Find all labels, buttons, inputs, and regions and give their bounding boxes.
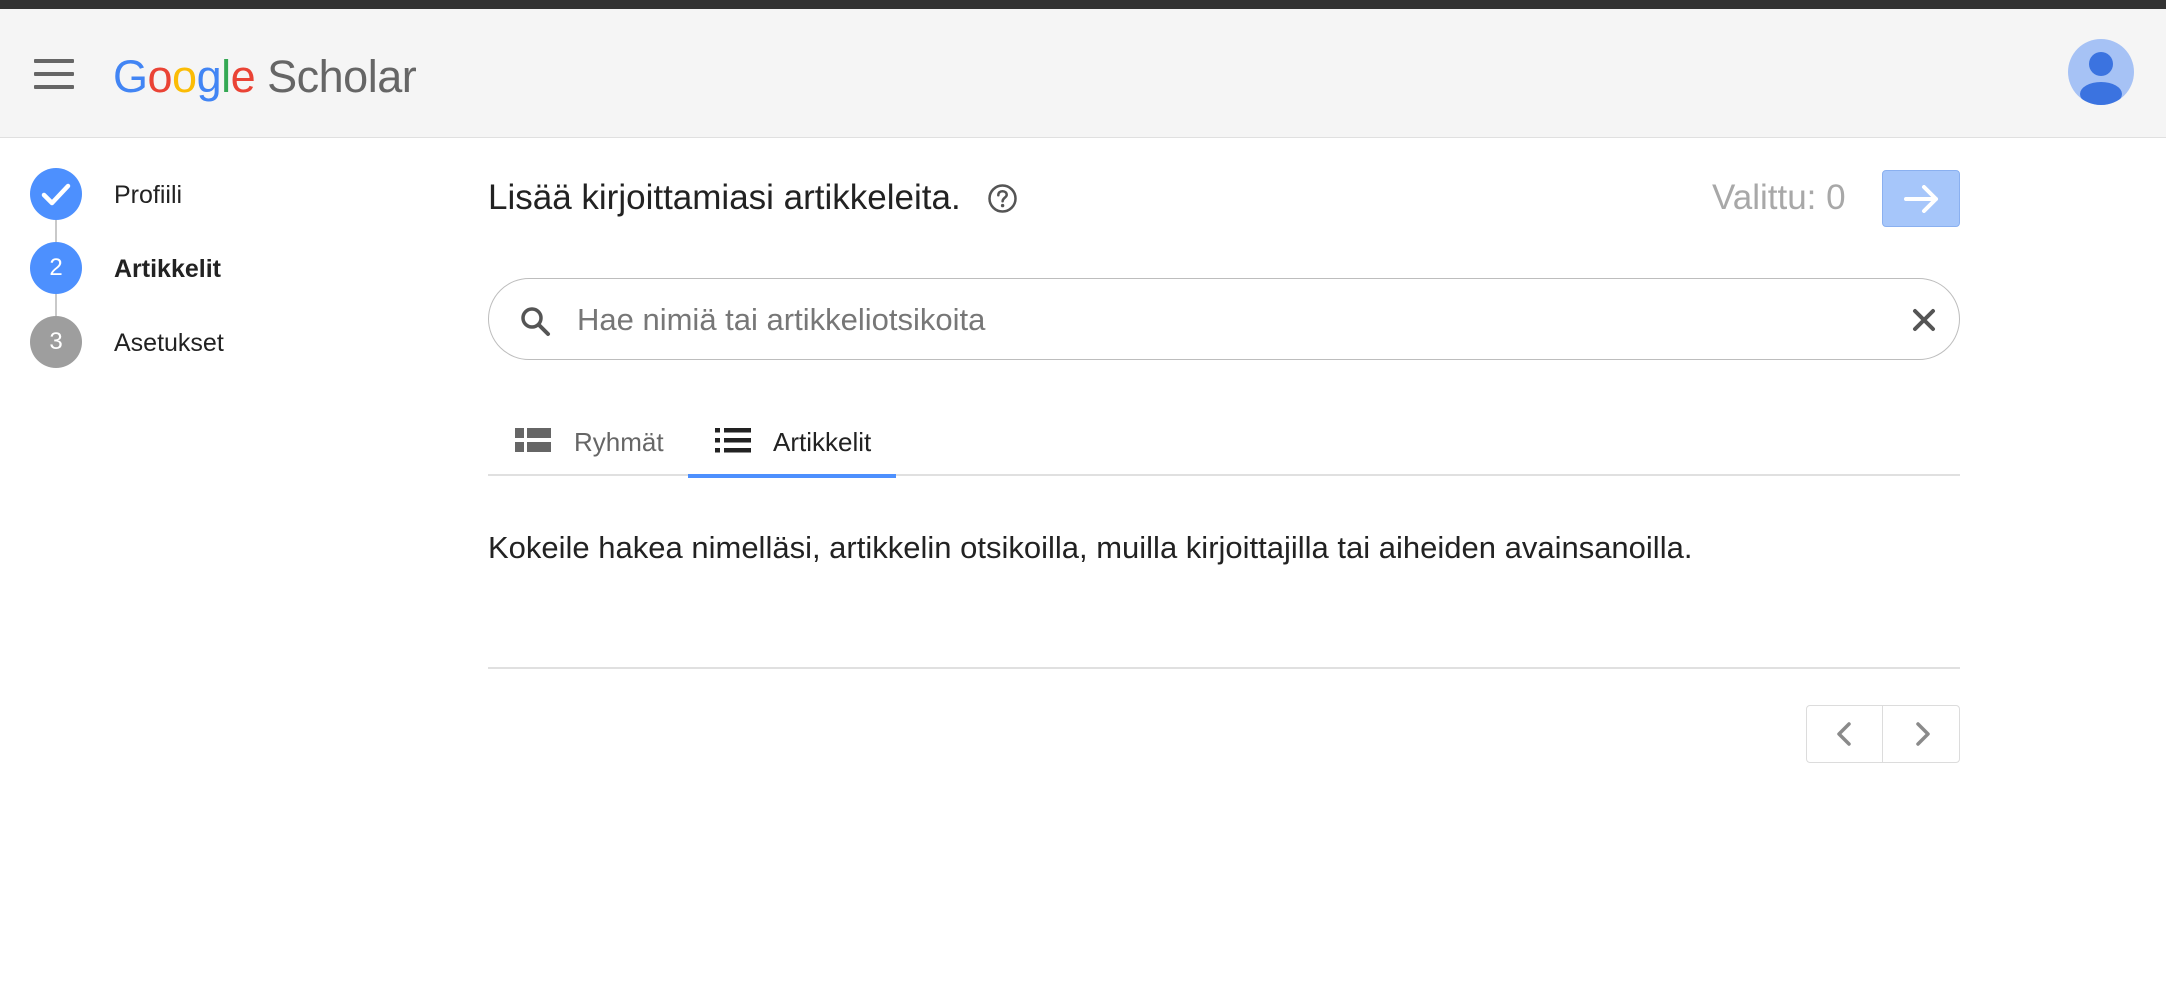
step-number-marker: 3 (30, 316, 82, 368)
tab-label-articles: Artikkelit (773, 427, 872, 457)
arrow-right-icon (1904, 185, 1938, 213)
person-icon (2080, 52, 2122, 105)
google-scholar-logo[interactable]: Google Scholar (113, 47, 417, 107)
next-page-button[interactable] (1884, 706, 1960, 762)
search-icon[interactable] (519, 305, 551, 337)
help-icon[interactable] (987, 183, 1018, 214)
avatar[interactable] (2068, 39, 2134, 105)
chevron-left-icon (1837, 722, 1851, 746)
next-step-button[interactable] (1882, 170, 1960, 227)
checkmark-icon (41, 183, 71, 206)
hamburger-icon[interactable] (34, 59, 76, 89)
page-title: Lisää kirjoittamiasi artikkeleita. (488, 178, 961, 217)
search-input[interactable] (577, 297, 1857, 343)
articles-list-icon (715, 428, 751, 453)
step-label-settings: Asetukset (114, 329, 224, 357)
search-hint: Kokeile hakea nimelläsi, artikkelin otsi… (488, 530, 1693, 565)
chevron-right-icon (1916, 722, 1930, 746)
step-label-articles: Artikkelit (114, 255, 221, 283)
close-icon[interactable] (1909, 305, 1939, 335)
step-number-marker: 2 (30, 242, 82, 294)
logo-product-name: Scholar (267, 51, 417, 102)
tab-label-groups: Ryhmät (574, 427, 664, 457)
tab-articles[interactable]: Artikkelit (688, 410, 896, 478)
pagination (1806, 705, 1960, 763)
step-profile[interactable]: Profiili (30, 168, 330, 224)
tab-groups[interactable]: Ryhmät (488, 410, 688, 476)
view-tabs: Ryhmät Artikkelit (488, 410, 1960, 478)
search-box (488, 278, 1960, 360)
step-settings[interactable]: 3 Asetukset (30, 316, 330, 372)
step-label-profile: Profiili (114, 181, 183, 209)
top-strip (0, 0, 2166, 9)
selected-count: Valittu: 0 (1712, 178, 1846, 217)
divider (488, 667, 1960, 669)
step-done-marker (30, 168, 82, 220)
app-header: Google Scholar (0, 9, 2166, 138)
previous-page-button[interactable] (1807, 706, 1883, 762)
groups-list-icon (515, 428, 551, 452)
step-articles[interactable]: 2 Artikkelit (30, 242, 330, 298)
